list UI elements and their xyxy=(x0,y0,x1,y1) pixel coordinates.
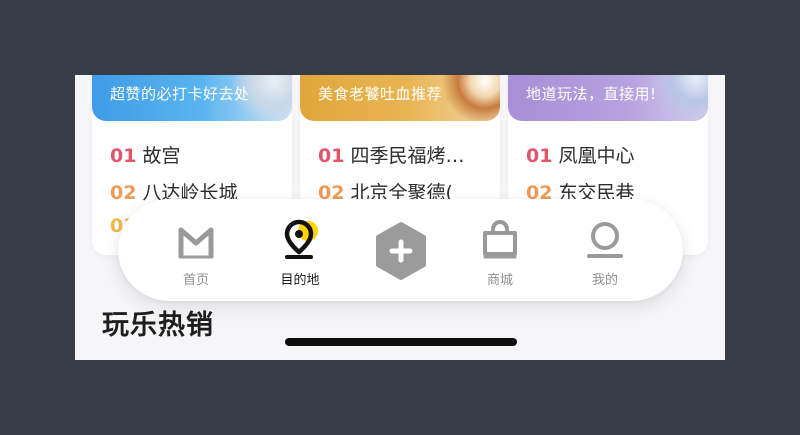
tab-me[interactable]: 我的 xyxy=(565,213,645,293)
tab-label: 首页 xyxy=(182,273,209,288)
home-indicator[interactable] xyxy=(285,338,517,346)
tab-label: 目的地 xyxy=(280,273,320,288)
banner-title: 超赞的必打卡好去处 xyxy=(110,85,250,103)
banner-title: 美食老饕吐血推荐 xyxy=(318,85,443,103)
section-title: 玩乐热销 xyxy=(102,310,214,341)
rank-item[interactable]: 01 四季民福烤… xyxy=(318,141,464,168)
rank-item[interactable]: 01 凤凰中心 xyxy=(526,141,634,168)
rank-number: 02 xyxy=(110,182,137,204)
banner-image xyxy=(440,75,500,121)
tab-destination[interactable]: 目的地 xyxy=(260,213,340,293)
rank-number: 01 xyxy=(318,145,345,167)
rank-item[interactable]: 01 故宫 xyxy=(110,141,180,168)
shopping-bag-icon xyxy=(479,219,521,261)
card-banner: 美食老饕吐血推荐 xyxy=(300,75,500,121)
tab-mall[interactable]: 商城 xyxy=(460,213,540,293)
add-post-button[interactable] xyxy=(360,213,440,293)
location-pin-icon xyxy=(279,219,321,261)
tab-label: 商城 xyxy=(486,273,513,288)
rank-name: 凤凰中心 xyxy=(558,145,635,167)
banner-image xyxy=(648,75,708,121)
banner-title: 地道玩法，直接用! xyxy=(526,85,657,103)
card-banner: 地道玩法，直接用! xyxy=(508,75,708,121)
card-banner: 超赞的必打卡好去处 xyxy=(92,75,292,121)
profile-icon xyxy=(584,219,626,261)
plus-hexagon-icon xyxy=(374,221,428,281)
bottom-tab-bar: 首页 目的地 商城 我的 xyxy=(118,199,683,301)
home-m-icon xyxy=(175,219,217,261)
rank-number: 01 xyxy=(110,145,137,167)
rank-name: 四季民福烤… xyxy=(350,145,465,167)
rank-name: 故宫 xyxy=(142,145,181,167)
tab-home[interactable]: 首页 xyxy=(156,213,236,293)
rank-number: 01 xyxy=(526,145,553,167)
tab-label: 我的 xyxy=(591,273,618,288)
